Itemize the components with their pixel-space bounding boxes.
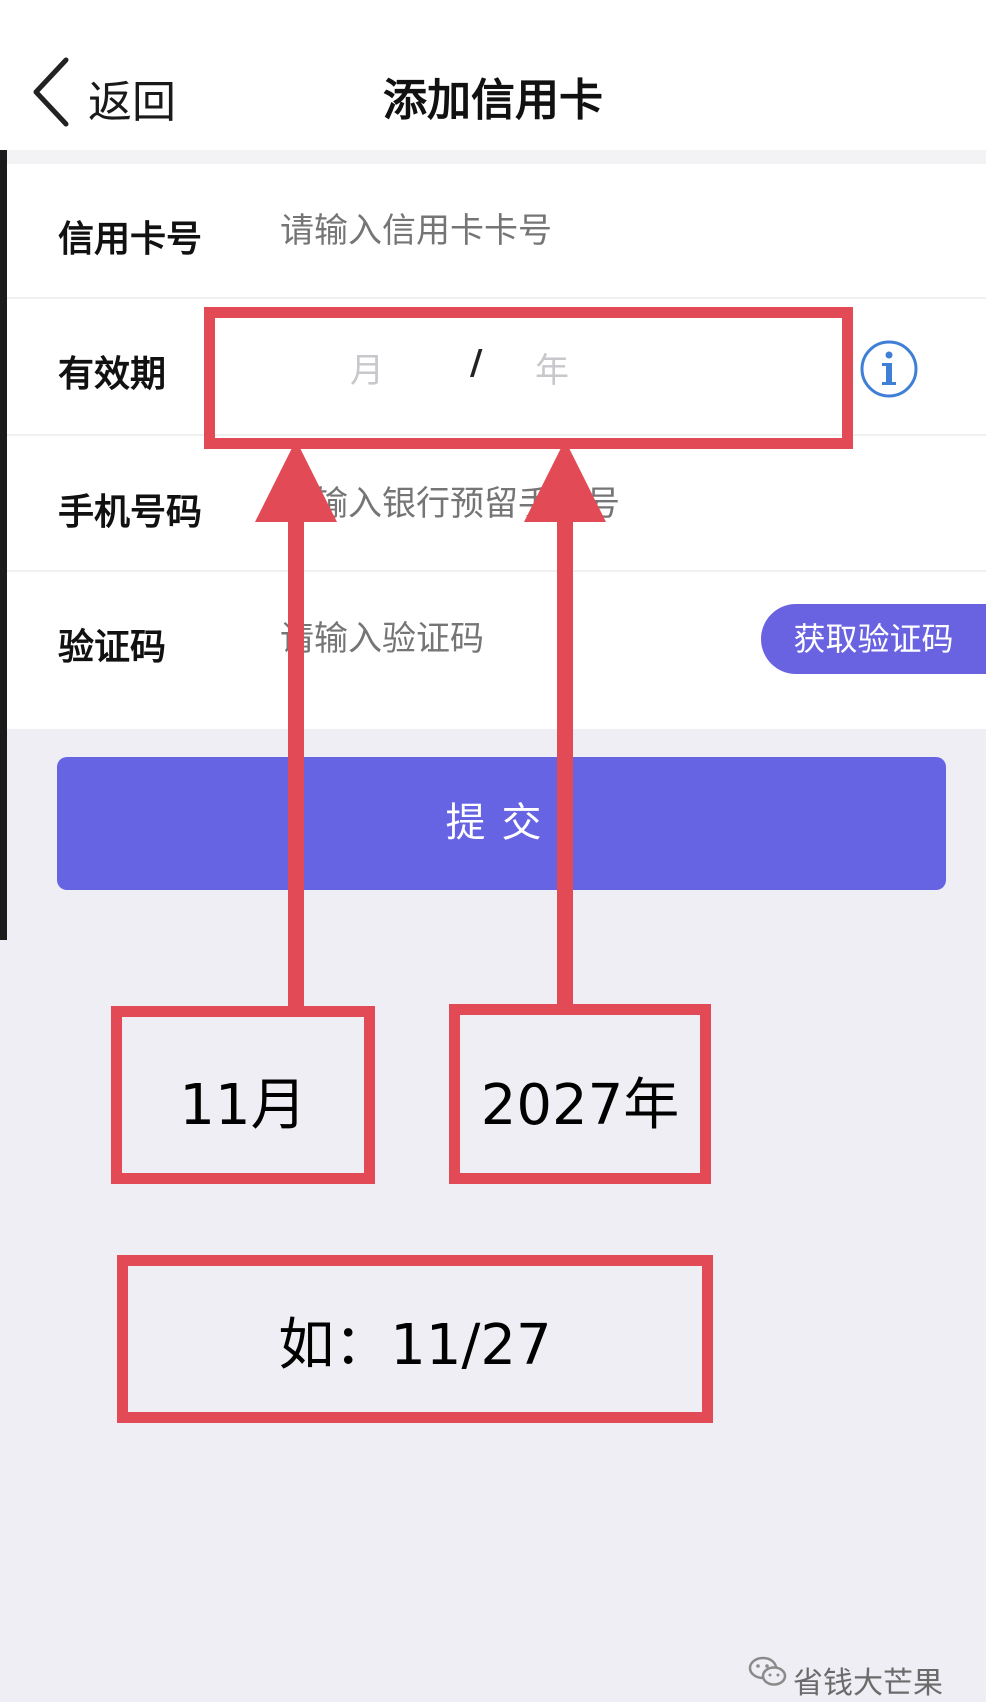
expiry-highlight-frame bbox=[204, 307, 853, 449]
header-separator bbox=[0, 150, 986, 164]
arrow-to-year bbox=[524, 440, 606, 1015]
code-label: 验证码 bbox=[58, 627, 167, 668]
expiry-label: 有效期 bbox=[58, 354, 167, 395]
month-example-text: 11月 bbox=[179, 1073, 307, 1138]
watermark: 省钱大芒果 bbox=[793, 1666, 943, 1701]
phone-label: 手机号码 bbox=[58, 492, 203, 533]
annotation-arrows bbox=[255, 440, 606, 1015]
card-number-input[interactable] bbox=[278, 205, 902, 257]
get-code-button[interactable]: 获取验证码 bbox=[761, 604, 986, 674]
year-example-text: 2027年 bbox=[480, 1073, 680, 1138]
info-icon[interactable] bbox=[858, 338, 920, 400]
wechat-icon bbox=[748, 1656, 787, 1686]
left-edge-shadow bbox=[0, 150, 7, 940]
row-divider bbox=[7, 297, 986, 299]
arrow-to-month bbox=[255, 440, 337, 1015]
combined-example-text: 如：11/27 bbox=[278, 1313, 552, 1378]
page-title: 添加信用卡 bbox=[383, 75, 603, 126]
card-number-label: 信用卡号 bbox=[58, 219, 203, 260]
